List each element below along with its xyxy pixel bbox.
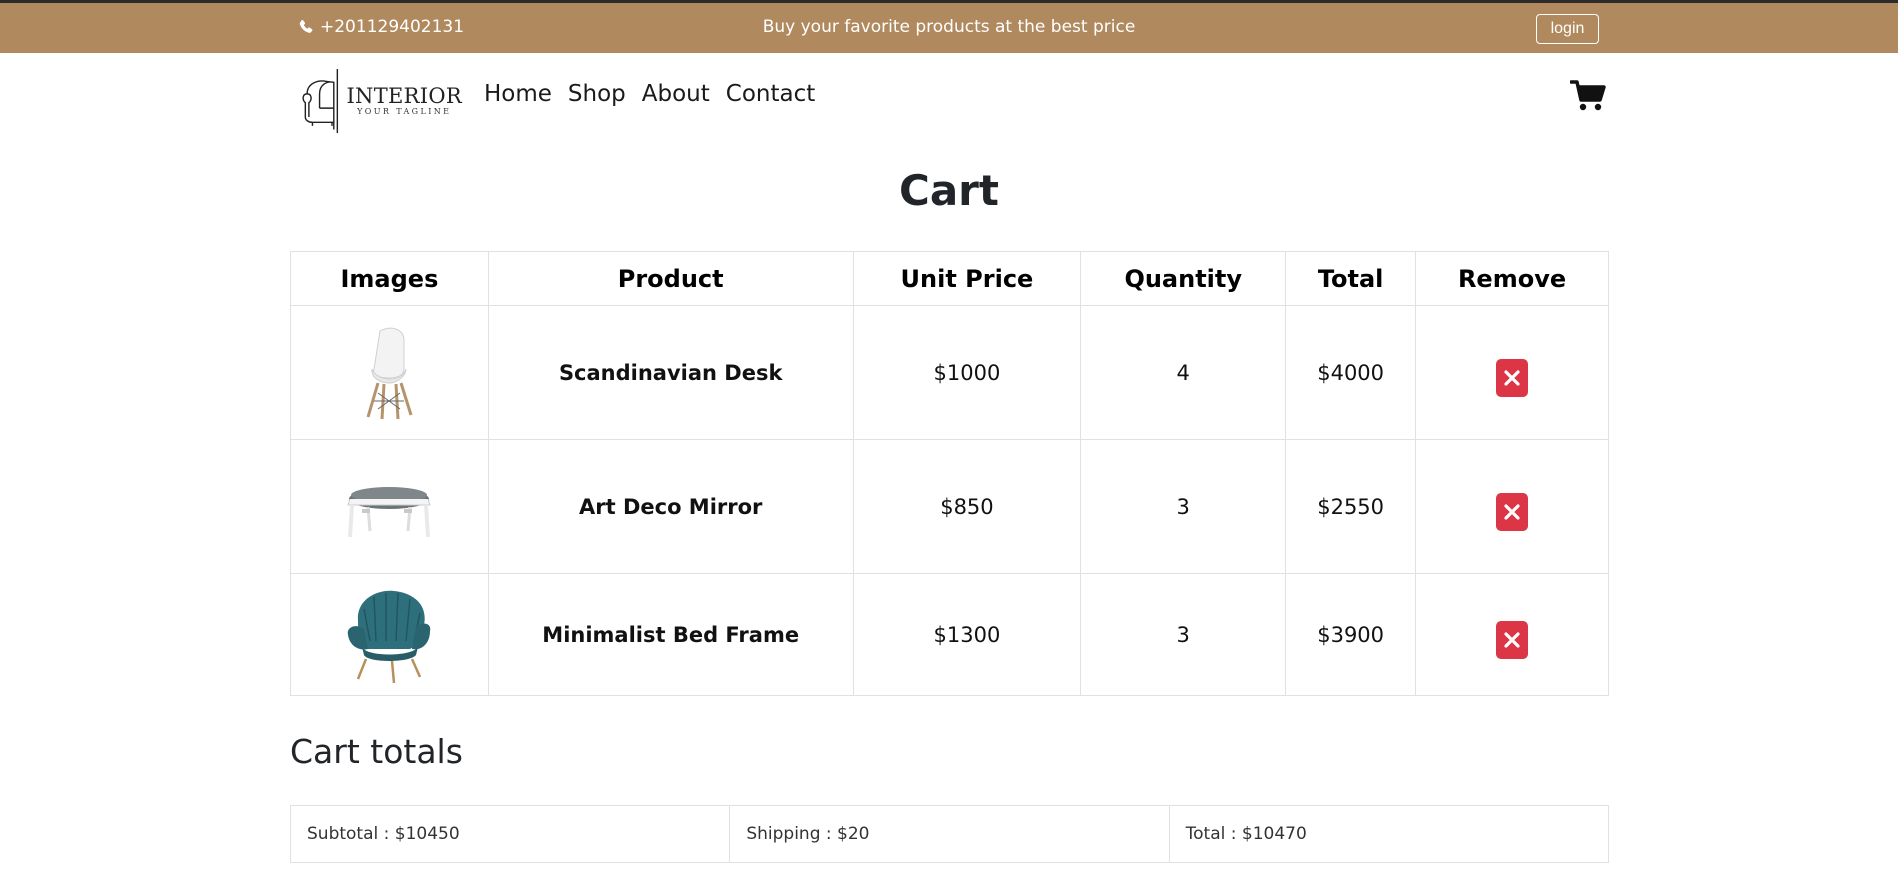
- header-images: Images: [290, 251, 489, 306]
- row-total: $3900: [1285, 573, 1417, 696]
- close-icon: [1504, 369, 1520, 386]
- header-quantity: Quantity: [1080, 251, 1287, 306]
- unit-price: $1300: [852, 573, 1082, 696]
- row-total: $4000: [1285, 305, 1417, 440]
- logo-tagline: YOUR TAGLINE: [357, 107, 452, 116]
- top-bar: +201129402131 Buy your favorite products…: [0, 0, 1898, 53]
- product-name[interactable]: Minimalist Bed Frame: [487, 573, 854, 696]
- totals-row: Subtotal : $10450 Shipping : $20 Total :…: [289, 805, 1610, 863]
- white-chair-image: [366, 327, 413, 419]
- grand-total-cell: Total : $10470: [1168, 805, 1610, 863]
- quantity: 3: [1080, 439, 1287, 574]
- row-total: $2550: [1285, 439, 1417, 574]
- remove-button[interactable]: [1496, 492, 1529, 531]
- nav-link-about[interactable]: About: [642, 81, 710, 107]
- remove-cell: [1415, 573, 1609, 696]
- table-row: Scandinavian Desk $1000 4 $4000: [290, 305, 1609, 440]
- close-icon: [1504, 503, 1520, 520]
- close-icon: [1504, 631, 1520, 648]
- header-remove: Remove: [1415, 251, 1609, 306]
- subtotal-cell: Subtotal : $10450: [289, 805, 731, 863]
- product-name[interactable]: Art Deco Mirror: [487, 439, 854, 574]
- header-product: Product: [487, 251, 854, 306]
- remove-cell: [1415, 305, 1609, 440]
- remove-button[interactable]: [1496, 620, 1529, 659]
- table-row: Minimalist Bed Frame $1300 3 $3900: [290, 573, 1609, 696]
- nav-link-contact[interactable]: Contact: [726, 81, 815, 107]
- quantity: 4: [1080, 305, 1287, 440]
- unit-price: $850: [852, 439, 1082, 574]
- table-header-row: Images Product Unit Price Quantity Total…: [290, 251, 1609, 306]
- promo-text: Buy your favorite products at the best p…: [762, 17, 1136, 37]
- remove-button[interactable]: [1496, 358, 1529, 397]
- shopping-cart-icon[interactable]: [1569, 79, 1606, 113]
- grey-ottoman-image: [347, 486, 432, 537]
- teal-armchair-image: [348, 590, 431, 683]
- login-button[interactable]: login: [1536, 14, 1599, 44]
- cart-totals-title: Cart totals: [290, 732, 463, 771]
- product-name[interactable]: Scandinavian Desk: [487, 305, 854, 440]
- site-logo[interactable]: INTERIOR YOUR TAGLINE: [300, 63, 462, 139]
- cart-table: Images Product Unit Price Quantity Total…: [290, 251, 1609, 696]
- nav-link-shop[interactable]: Shop: [568, 81, 626, 107]
- image-cell: [290, 305, 489, 440]
- main-navbar: INTERIOR YOUR TAGLINE Home Shop About Co…: [0, 53, 1898, 143]
- quantity: 3: [1080, 573, 1287, 696]
- remove-cell: [1415, 439, 1609, 574]
- header-unit-price: Unit Price: [852, 251, 1082, 306]
- logo-brand: INTERIOR: [346, 84, 462, 108]
- shipping-cell: Shipping : $20: [729, 805, 1170, 863]
- nav-link-home[interactable]: Home: [484, 81, 552, 107]
- nav-links: Home Shop About Contact: [484, 81, 815, 107]
- cart-totals-table: Subtotal : $10450 Shipping : $20 Total :…: [289, 805, 1610, 863]
- unit-price: $1000: [852, 305, 1082, 440]
- image-cell: [290, 573, 489, 696]
- image-cell: [290, 439, 489, 574]
- header-total: Total: [1285, 251, 1417, 306]
- armchair-logo-icon: [302, 68, 339, 134]
- table-row: Art Deco Mirror $850 3 $2550: [290, 439, 1609, 574]
- page-title: Cart: [899, 166, 999, 215]
- logo-wordmark: INTERIOR YOUR TAGLINE: [346, 86, 462, 116]
